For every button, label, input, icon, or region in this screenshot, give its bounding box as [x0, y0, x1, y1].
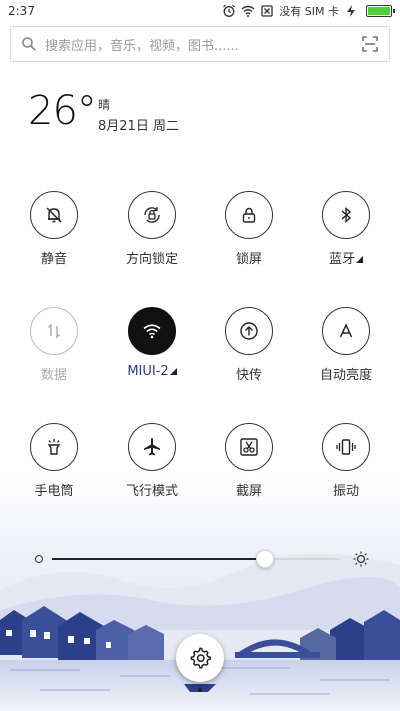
screenshot-icon — [240, 438, 258, 456]
brightness-thumb[interactable] — [256, 550, 274, 568]
brightness-low-icon — [35, 555, 43, 563]
toggle-lock-screen-button[interactable] — [225, 191, 273, 239]
search-icon — [22, 37, 36, 51]
brightness-fill — [52, 558, 265, 560]
toggle-rotation-lock-button[interactable] — [128, 191, 176, 239]
scan-icon[interactable] — [361, 35, 379, 53]
toggle-bluetooth-button[interactable] — [322, 191, 370, 239]
flashlight-icon — [47, 439, 61, 455]
gear-icon — [190, 647, 212, 669]
status-bar: 2:37 没有 SIM 卡 — [0, 0, 400, 22]
wifi-icon — [241, 5, 255, 17]
toggle-label: MIUI-2 — [127, 364, 177, 379]
toggle-mobile-data-button[interactable] — [30, 307, 78, 355]
charging-icon — [347, 5, 355, 17]
toggle-flashlight-button[interactable] — [30, 423, 78, 471]
search-input[interactable]: 搜索应用，音乐，视频，图书...... — [45, 35, 361, 54]
search-bar[interactable]: 搜索应用，音乐，视频，图书...... — [10, 26, 390, 62]
alarm-icon — [223, 4, 236, 17]
battery-level — [368, 7, 390, 15]
brightness-slider[interactable] — [30, 548, 370, 570]
toggle-label: 手电筒 — [34, 484, 74, 499]
no-sim-icon — [261, 5, 273, 17]
quick-transfer-icon — [240, 322, 258, 340]
lock-icon — [242, 207, 256, 223]
toggle-rotation-lock[interactable]: 方向锁定 — [104, 191, 200, 277]
toggle-vibrate-button[interactable] — [322, 423, 370, 471]
toggle-auto-brightness[interactable]: 自动亮度 — [298, 307, 394, 393]
toggle-label-text: MIUI-2 — [127, 364, 169, 379]
toggle-label: 静音 — [40, 252, 67, 267]
toggle-airplane-mode[interactable]: 飞行模式 — [104, 423, 200, 509]
status-icons: 没有 SIM 卡 — [222, 3, 395, 19]
toggle-airplane-mode-button[interactable] — [128, 423, 176, 471]
toggle-label: 快传 — [235, 368, 262, 383]
toggle-label: 方向锁定 — [125, 252, 178, 267]
bell-off-icon — [46, 207, 62, 223]
battery-icon — [366, 5, 395, 17]
dropdown-corner-icon — [169, 368, 177, 375]
toggle-flashlight[interactable]: 手电筒 — [6, 423, 102, 509]
bluetooth-icon — [341, 206, 352, 224]
toggle-mute[interactable]: 静音 — [6, 191, 102, 277]
temperature: 26° — [28, 88, 97, 134]
rotation-lock-icon — [144, 207, 160, 223]
status-time: 2:37 — [8, 4, 35, 18]
toggle-label: 自动亮度 — [319, 368, 372, 383]
toggle-label: 数据 — [40, 368, 67, 383]
toggle-lock-screen[interactable]: 锁屏 — [201, 191, 297, 277]
toggle-mobile-data[interactable]: 数据 — [6, 307, 102, 393]
sim-status-text: 没有 SIM 卡 — [279, 5, 339, 18]
toggle-label: 飞行模式 — [125, 484, 178, 499]
toggle-label: 蓝牙 — [329, 248, 363, 267]
brightness-high-icon — [353, 551, 369, 567]
toggle-auto-brightness-button[interactable] — [322, 307, 370, 355]
toggle-screenshot-button[interactable] — [225, 423, 273, 471]
weather-condition: 晴 — [98, 98, 111, 112]
wifi-icon — [143, 324, 161, 339]
mobile-data-icon — [48, 323, 60, 339]
toggle-wifi-button[interactable] — [128, 307, 176, 355]
dropdown-corner-icon — [356, 256, 363, 263]
airplane-icon — [144, 438, 160, 456]
auto-brightness-icon — [339, 323, 353, 338]
toggle-label: 截屏 — [235, 484, 262, 499]
toggle-vibrate[interactable]: 振动 — [298, 423, 394, 509]
page-indicator-dot — [198, 688, 202, 692]
toggle-quick-transfer-button[interactable] — [225, 307, 273, 355]
toggle-label: 振动 — [332, 484, 359, 499]
toggle-label-text: 蓝牙 — [328, 252, 355, 267]
toggle-label: 锁屏 — [235, 252, 262, 267]
toggle-mute-button[interactable] — [30, 191, 78, 239]
toggle-screenshot[interactable]: 截屏 — [201, 423, 297, 509]
date: 8月21日 周二 — [98, 119, 179, 134]
brightness-track[interactable] — [52, 550, 340, 568]
toggle-quick-transfer[interactable]: 快传 — [201, 307, 297, 393]
toggle-bluetooth[interactable]: 蓝牙 — [298, 191, 394, 277]
toggle-wifi[interactable]: MIUI-2 — [104, 307, 200, 393]
vibrate-icon — [336, 439, 356, 455]
settings-button[interactable] — [176, 634, 224, 682]
